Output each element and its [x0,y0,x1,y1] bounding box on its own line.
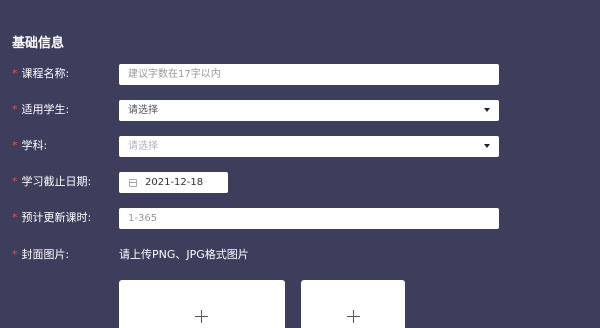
lesson-count-label-text: 预计更新课时: [21,211,92,224]
calendar-icon [129,179,137,187]
required-mark: * [12,175,18,188]
cover-upload-box[interactable] [119,280,285,328]
lesson-count-label: * 预计更新课时: [12,206,91,230]
subject-row: * 学科: 请选择 [0,134,600,158]
deadline-date-picker[interactable]: 2021-12-18 [119,172,228,193]
caret-down-icon [484,144,490,148]
required-mark: * [12,248,18,261]
subject-select-value: 请选择 [128,141,158,152]
deadline-label: * 学习截止日期: [12,170,91,194]
deadline-label-text: 学习截止日期: [21,175,92,188]
required-mark: * [12,67,18,80]
subject-select[interactable]: 请选择 [119,136,499,157]
deadline-date-value: 2021-12-18 [145,177,204,188]
cover-format-hint: 请上传PNG、JPG格式图片 [119,248,249,261]
required-mark: * [12,139,18,152]
lesson-count-input[interactable]: 1-365 [119,208,499,229]
subject-label-text: 学科: [21,139,48,152]
cover-upload-box-secondary[interactable] [301,280,405,328]
students-row: * 适用学生: 请选择 [0,98,600,122]
plus-icon [195,310,208,323]
course-name-input[interactable]: 建议字数在17字以内 [119,64,499,85]
course-name-label: * 课程名称: [12,62,69,86]
deadline-row: * 学习截止日期: 2021-12-18 [0,170,600,194]
cover-label: * 封面图片: [12,243,69,267]
lesson-count-row: * 预计更新课时: 1-365 [0,206,600,230]
required-mark: * [12,103,18,116]
caret-down-icon [484,108,490,112]
course-name-row: * 课程名称: 建议字数在17字以内 [0,62,600,86]
students-label-text: 适用学生: [21,103,70,116]
cover-row: * 封面图片: 请上传PNG、JPG格式图片 [0,243,600,267]
plus-icon [347,310,360,323]
students-select-value: 请选择 [128,105,158,116]
course-name-label-text: 课程名称: [21,67,70,80]
students-label: * 适用学生: [12,98,69,122]
section-title: 基础信息 [12,36,65,51]
subject-label: * 学科: [12,134,47,158]
students-select[interactable]: 请选择 [119,100,499,121]
cover-label-text: 封面图片: [21,248,70,261]
required-mark: * [12,211,18,224]
